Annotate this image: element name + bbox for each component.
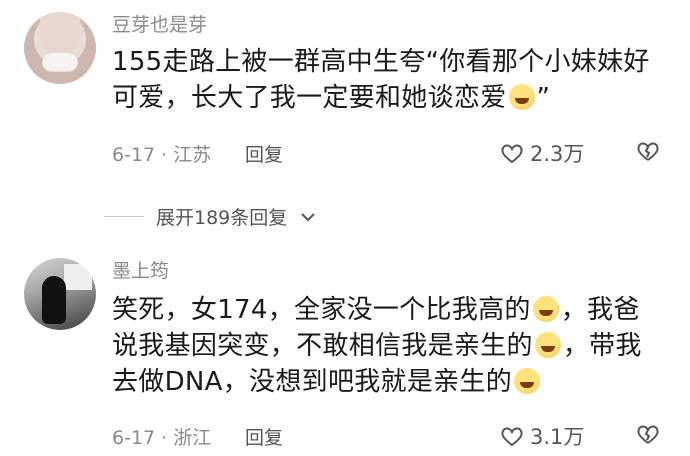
dislike-button[interactable] [636,423,660,445]
comment-text-part: 笑死，女174，全家没一个比我高的 [112,295,531,325]
avatar[interactable] [24,12,96,84]
like-button[interactable]: 3.1万 [500,421,584,451]
comment-text-part: ” [536,83,551,113]
comment-date-location: 6-17 · 浙江 [112,427,212,449]
broken-heart-icon [636,140,660,162]
comment-text-part: 155走路上被一群高中生夸“你看那个小妹妹好可爱，长大了我一定要和她谈恋爱 [112,47,650,113]
laughing-emoji-icon [534,332,561,358]
chevron-down-icon [299,208,317,226]
avatar-mask [42,52,78,72]
flushed-emoji-icon [514,368,541,394]
comment-username[interactable]: 豆芽也是芽 [112,10,207,37]
dislike-button[interactable] [636,140,660,162]
comment-date-location: 6-17 · 江苏 [112,144,212,166]
avatar[interactable] [24,258,96,330]
like-button[interactable]: 2.3万 [500,138,584,168]
heart-outline-icon [500,142,524,164]
reply-button[interactable]: 回复 [245,423,283,450]
comment-text: 笑死，女174，全家没一个比我高的 ，我爸说我基因突变，不敢相信我是亲生的 ，带我去… [112,292,662,400]
avatar-window [64,264,92,290]
heart-outline-icon [500,425,524,447]
expand-replies-label: 展开189条回复 [156,207,288,229]
laughing-emoji-icon [508,84,535,110]
avatar-hair [24,12,96,84]
avatar-figure [42,276,66,324]
broken-heart-icon [636,423,660,445]
divider-line [104,216,144,217]
laughing-emoji-icon [532,296,559,322]
like-count: 2.3万 [530,142,585,166]
comment-text: 155走路上被一群高中生夸“你看那个小妹妹好可爱，长大了我一定要和她谈恋爱” [112,44,662,116]
comment-username[interactable]: 墨上筠 [112,256,169,283]
like-count: 3.1万 [530,425,585,449]
expand-replies-button[interactable]: 展开189条回复 [104,203,317,230]
reply-button[interactable]: 回复 [245,140,283,167]
